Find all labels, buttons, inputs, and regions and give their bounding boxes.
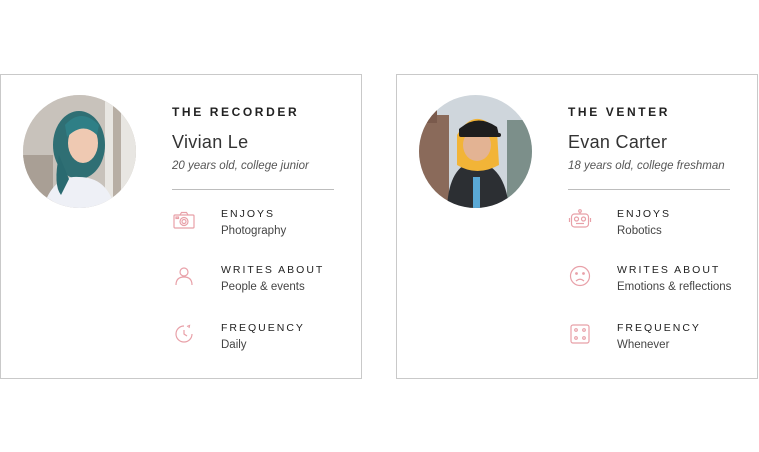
attribute-label: ENJOYS — [617, 208, 672, 220]
avatar — [419, 95, 532, 208]
attribute-enjoys: ENJOYS Robotics — [568, 208, 753, 248]
avatar — [23, 95, 136, 208]
persona-name: Vivian Le — [172, 132, 249, 152]
persona-description: 18 years old, college freshman — [568, 160, 725, 172]
dice-icon — [568, 322, 592, 346]
attribute-value: Robotics — [617, 225, 662, 237]
persona-description: 20 years old, college junior — [172, 160, 309, 172]
attribute-value: Daily — [221, 339, 247, 351]
attribute-writes-about: WRITES ABOUT Emotions & reflections — [568, 264, 753, 304]
attribute-value: Photography — [221, 225, 287, 237]
attribute-label: ENJOYS — [221, 208, 276, 220]
attribute-label: FREQUENCY — [617, 322, 701, 334]
attribute-value: People & events — [221, 281, 305, 293]
persona-info: THE VENTER Evan Carter 18 years old, col… — [568, 105, 730, 190]
attribute-writes-about: WRITES ABOUT People & events — [172, 264, 357, 304]
camera-icon — [172, 208, 196, 232]
clock-icon — [172, 322, 196, 346]
attribute-label: FREQUENCY — [221, 322, 305, 334]
divider — [568, 189, 730, 190]
attribute-frequency: FREQUENCY Whenever — [568, 322, 753, 362]
persona-role: THE VENTER — [568, 105, 671, 119]
attribute-value: Whenever — [617, 339, 670, 351]
avatar-photo — [419, 95, 532, 208]
persona-info: THE RECORDER Vivian Le 20 years old, col… — [172, 105, 334, 190]
attribute-frequency: FREQUENCY Daily — [172, 322, 357, 362]
divider — [172, 189, 334, 190]
persona-role: THE RECORDER — [172, 105, 300, 119]
person-icon — [172, 264, 196, 288]
attribute-value: Emotions & reflections — [617, 281, 732, 293]
attribute-enjoys: ENJOYS Photography — [172, 208, 357, 248]
attribute-label: WRITES ABOUT — [617, 264, 721, 276]
persona-card-recorder: THE RECORDER Vivian Le 20 years old, col… — [0, 74, 362, 379]
robot-icon — [568, 208, 592, 232]
persona-name: Evan Carter — [568, 132, 668, 152]
persona-card-venter: THE VENTER Evan Carter 18 years old, col… — [396, 74, 758, 379]
avatar-photo — [23, 95, 136, 208]
sad-face-icon — [568, 264, 592, 288]
attribute-label: WRITES ABOUT — [221, 264, 325, 276]
